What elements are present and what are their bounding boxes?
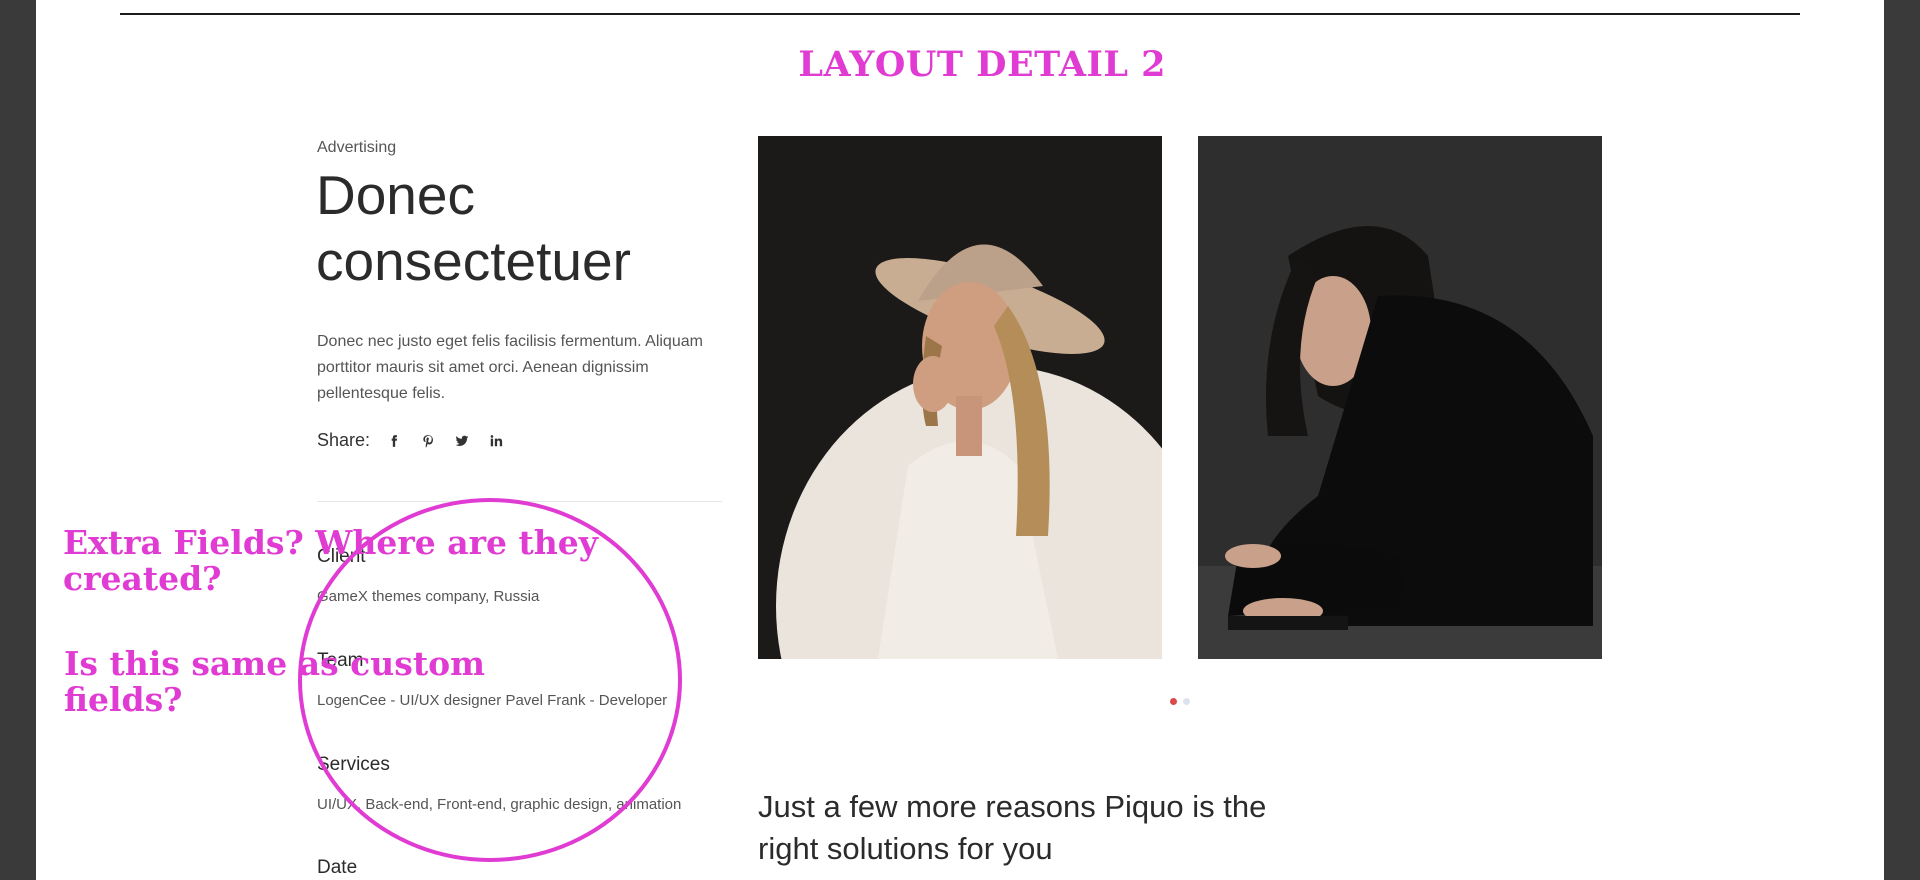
slider-dot[interactable] [1170,698,1177,705]
annotation-note-extra-fields: Extra Fields? Where are they created? [63,523,598,598]
project-category[interactable]: Advertising [317,139,396,157]
project-description: Donec nec justo eget felis facilisis fer… [317,333,703,402]
woman-in-hat-photo[interactable] [758,136,1162,659]
linkedin-icon[interactable] [486,431,506,451]
woman-sitting-photo[interactable] [1198,136,1602,659]
pinterest-icon[interactable] [418,431,438,451]
twitter-icon[interactable] [452,431,472,451]
layout-title: LAYOUT DETAIL 2 [798,44,1166,85]
share-label: Share: [317,430,371,450]
slider-dots [1170,698,1190,705]
field-label-date: Date [317,857,358,878]
slider-dot[interactable] [1183,698,1190,705]
section-heading: Just a few more reasons Piquo is the rig… [758,789,1267,866]
facebook-icon[interactable] [384,431,404,451]
share-bar: Share: [317,430,520,451]
top-divider [120,13,1800,15]
page: LAYOUT DETAIL 2 Advertising Donec consec… [36,0,1884,880]
project-title: Donec consectetuer [316,164,631,292]
annotation-note-custom-fields: Is this same as custom fields? [64,644,485,719]
